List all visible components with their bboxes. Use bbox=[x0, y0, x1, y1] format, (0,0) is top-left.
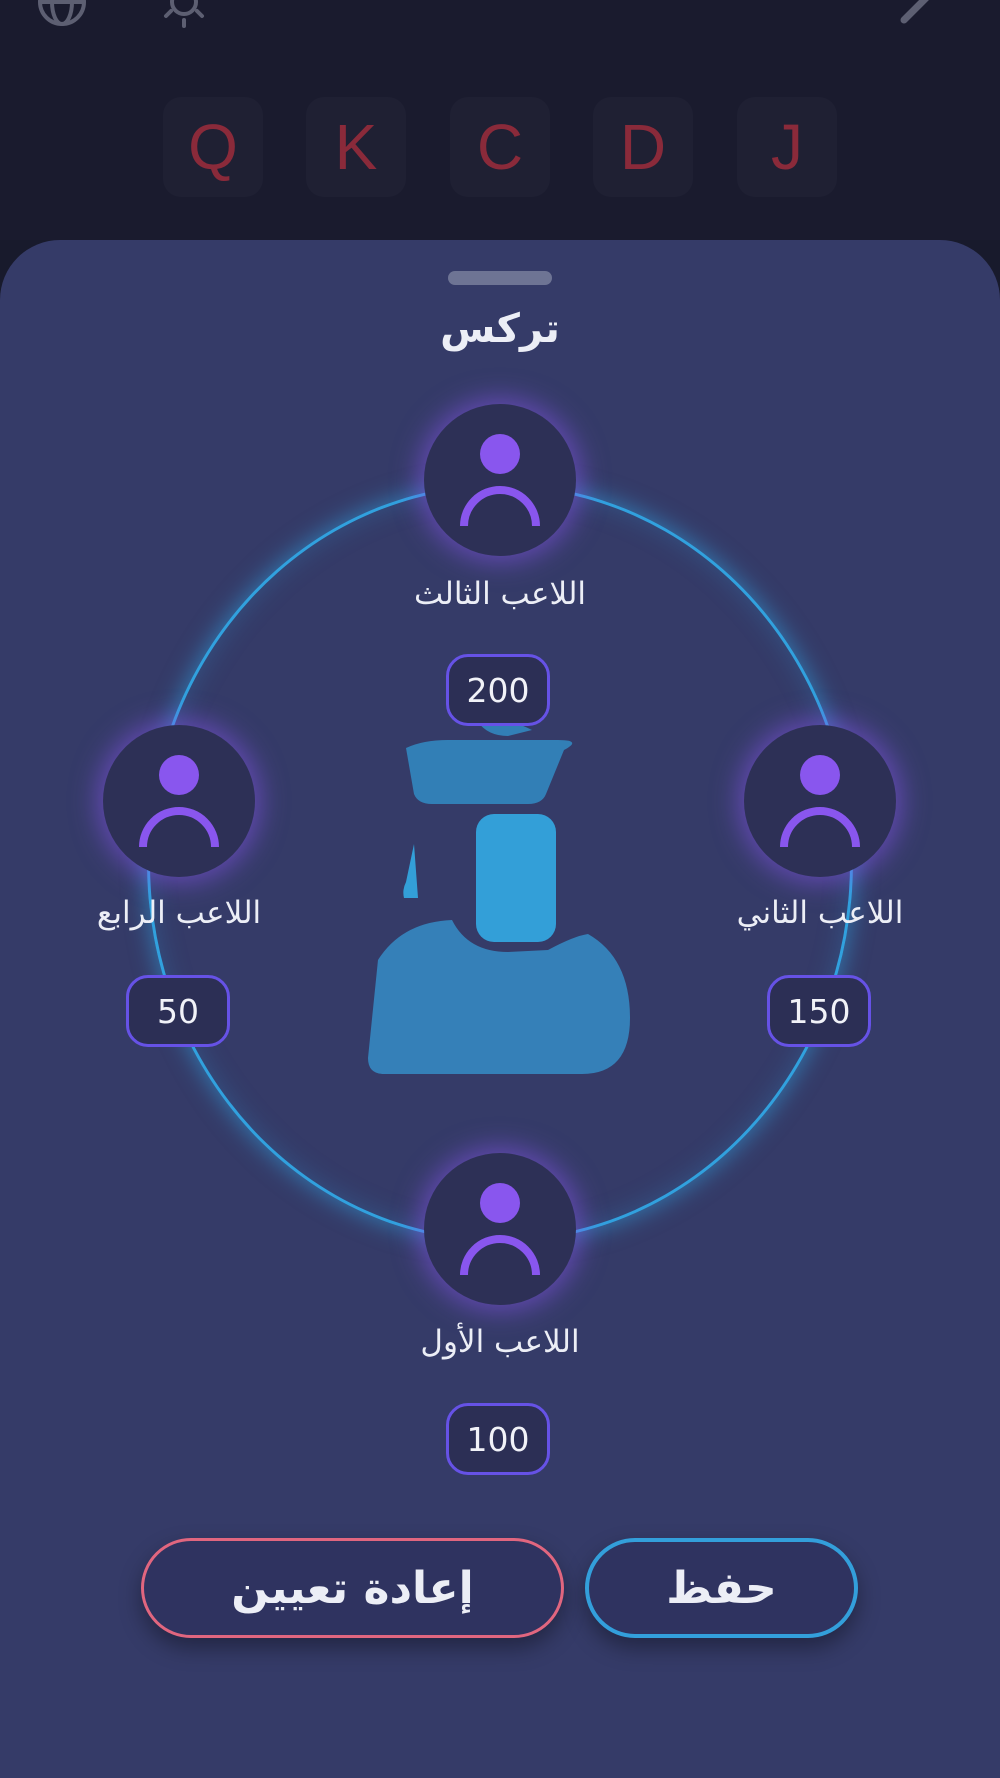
sun-icon[interactable] bbox=[154, 0, 214, 32]
card-row: Q K C D J bbox=[0, 97, 1000, 201]
reset-button[interactable]: إعادة تعيين bbox=[141, 1538, 564, 1638]
player-3-name: اللاعب الثالث bbox=[413, 576, 587, 612]
card-j[interactable]: J bbox=[737, 97, 837, 197]
player-2-name: اللاعب الثاني bbox=[736, 895, 904, 931]
player-2-avatar[interactable] bbox=[744, 725, 896, 877]
user-icon bbox=[780, 755, 860, 848]
player-4-avatar[interactable] bbox=[103, 725, 255, 877]
player-3-score[interactable]: 200 bbox=[446, 654, 550, 726]
card-k[interactable]: K bbox=[306, 97, 406, 197]
player-1-avatar[interactable] bbox=[424, 1153, 576, 1305]
globe-icon[interactable] bbox=[32, 0, 92, 32]
user-icon bbox=[460, 434, 540, 527]
save-button[interactable]: حفظ bbox=[585, 1538, 858, 1638]
player-4-score[interactable]: 50 bbox=[126, 975, 230, 1047]
top-bar: Q K C D J bbox=[0, 0, 1000, 240]
card-c[interactable]: C bbox=[450, 97, 550, 197]
user-icon bbox=[460, 1183, 540, 1276]
user-icon bbox=[139, 755, 219, 848]
card-d[interactable]: D bbox=[593, 97, 693, 197]
player-4-name: اللاعب الرابع bbox=[96, 895, 262, 931]
pencil-icon[interactable] bbox=[896, 0, 956, 32]
sheet-grabber[interactable] bbox=[448, 271, 552, 285]
card-q[interactable]: Q bbox=[163, 97, 263, 197]
player-3-avatar[interactable] bbox=[424, 404, 576, 556]
player-2-score[interactable]: 150 bbox=[767, 975, 871, 1047]
chess-rook-icon bbox=[368, 722, 630, 1074]
player-1-name: اللاعب الأول bbox=[420, 1324, 580, 1360]
sheet-title: تركس bbox=[440, 306, 560, 352]
player-1-score[interactable]: 100 bbox=[446, 1403, 550, 1475]
